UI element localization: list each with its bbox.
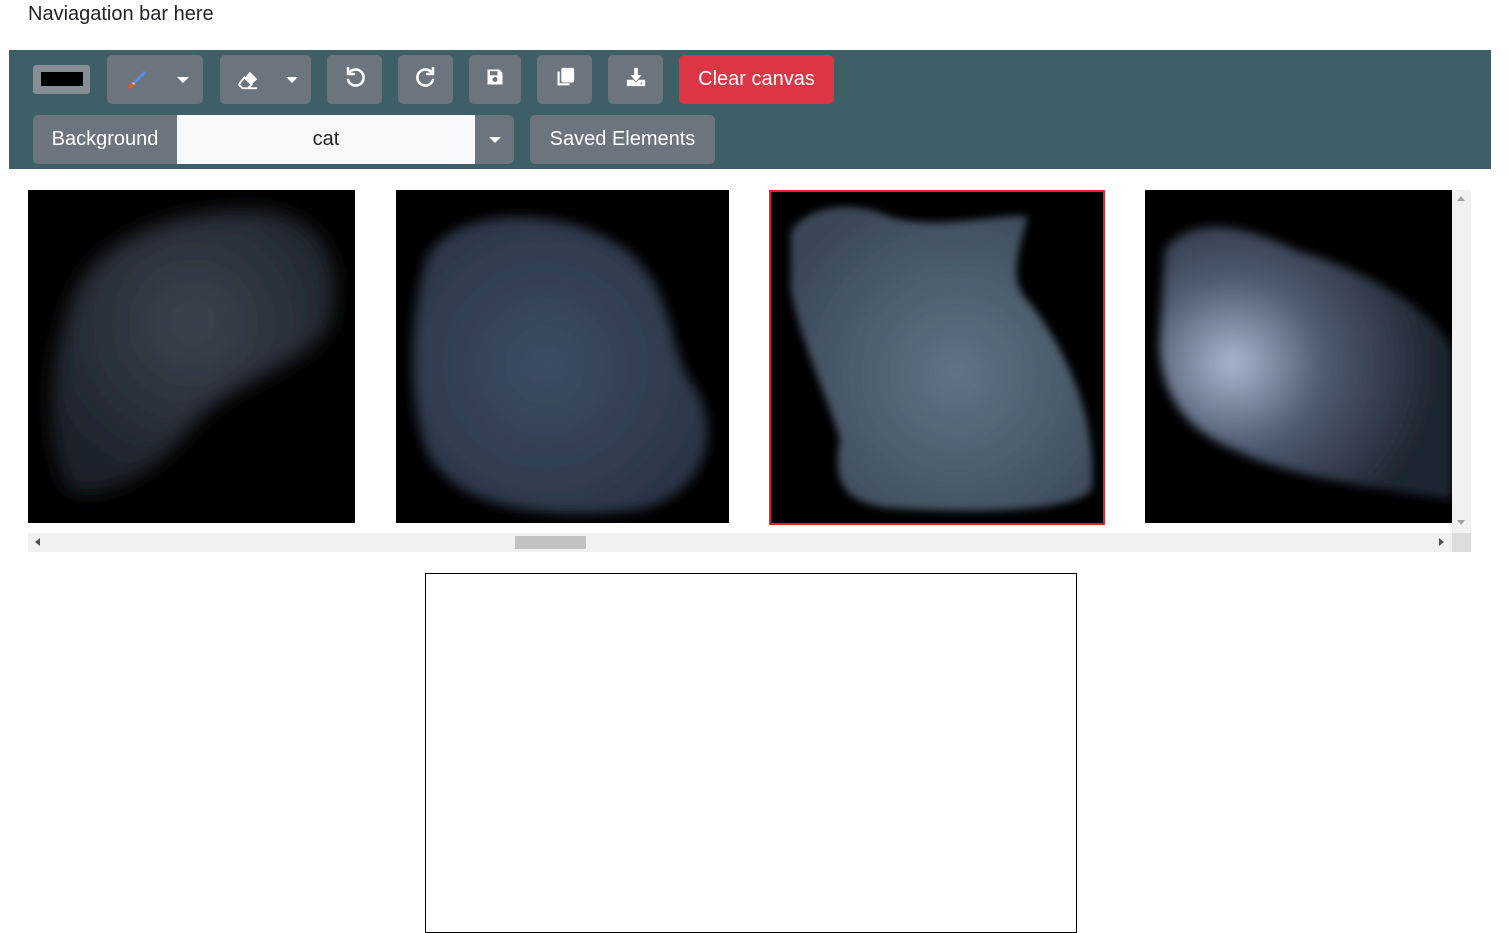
gallery-image-4[interactable] (1145, 190, 1452, 523)
scroll-up-arrow-icon[interactable] (1457, 196, 1465, 201)
redo-icon (414, 65, 438, 94)
chevron-down-icon (488, 136, 501, 143)
undo-button[interactable] (327, 55, 382, 104)
image-gallery (28, 190, 1471, 552)
color-picker-swatch[interactable] (33, 65, 90, 94)
scroll-down-arrow-icon[interactable] (1457, 520, 1465, 525)
horizontal-scrollbar[interactable] (28, 533, 1452, 552)
download-icon (625, 66, 647, 93)
drawing-toolbar: Clear canvas Background cat Saved Elemen… (9, 50, 1491, 169)
clear-canvas-button[interactable]: Clear canvas (679, 55, 834, 104)
undo-icon (343, 65, 367, 94)
save-button[interactable] (469, 55, 521, 104)
horizontal-scroll-thumb[interactable] (515, 536, 586, 549)
drawing-canvas[interactable] (425, 573, 1077, 933)
download-button[interactable] (608, 55, 663, 104)
eraser-icon[interactable] (221, 56, 275, 103)
gallery-image-1[interactable] (28, 190, 355, 523)
scroll-left-arrow-icon[interactable] (35, 538, 40, 546)
eraser-dropdown-toggle[interactable] (275, 56, 310, 103)
floppy-disk-icon (485, 67, 505, 92)
copy-button[interactable] (537, 55, 592, 104)
scrollbar-corner (1452, 533, 1471, 552)
background-label: Background (33, 115, 177, 164)
background-select[interactable]: cat (177, 115, 475, 164)
navigation-bar-text: Naviagation bar here (28, 3, 214, 25)
current-color (41, 72, 83, 86)
redo-button[interactable] (398, 55, 453, 104)
copy-icon (554, 66, 576, 93)
gallery-image-3-selected[interactable] (769, 190, 1105, 525)
gallery-image-2[interactable] (396, 190, 729, 523)
paintbrush-icon[interactable] (108, 56, 165, 103)
brush-dropdown-toggle[interactable] (165, 56, 202, 103)
eraser-button[interactable] (220, 55, 311, 104)
background-dropdown-toggle[interactable] (475, 115, 514, 164)
saved-elements-button[interactable]: Saved Elements (530, 115, 715, 164)
scroll-right-arrow-icon[interactable] (1439, 538, 1444, 546)
vertical-scrollbar[interactable] (1452, 190, 1471, 533)
brush-button[interactable] (107, 55, 203, 104)
